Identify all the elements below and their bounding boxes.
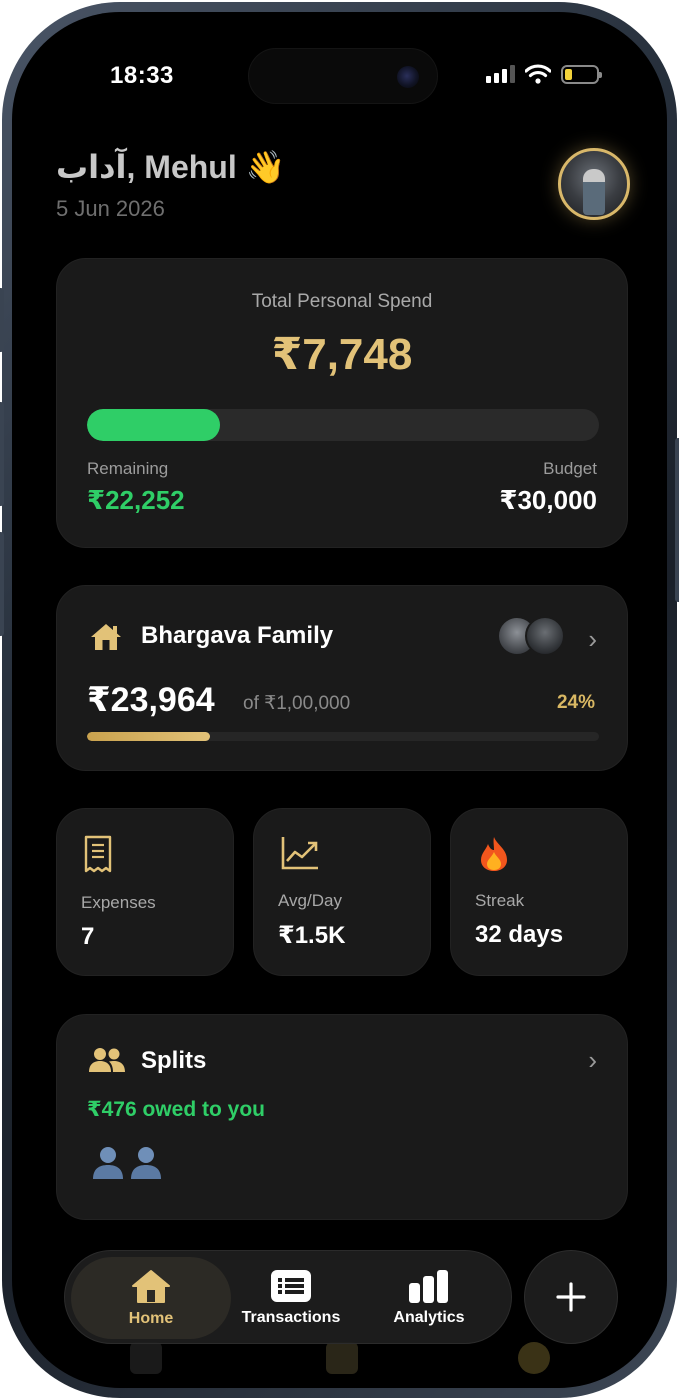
spend-amount: ₹7,748 — [271, 330, 413, 379]
greeting: آداب, Mehul 👋 — [56, 149, 286, 185]
battery-icon — [561, 64, 602, 84]
tab-analytics[interactable]: Analytics — [349, 1257, 509, 1339]
profile-avatar[interactable] — [558, 148, 630, 220]
member-avatar — [525, 616, 565, 656]
family-budget-text: of ₹1,00,000 — [243, 693, 351, 714]
power-button — [675, 438, 679, 602]
chevron-right-icon[interactable]: › — [588, 1045, 597, 1076]
family-progress-fill — [87, 732, 210, 741]
list-icon — [271, 1270, 311, 1302]
stat-value: ₹1.5K — [278, 922, 346, 949]
add-button[interactable] — [524, 1250, 618, 1344]
family-group-card[interactable]: Bhargava Family › ₹23,964 of ₹1,00,000 2… — [56, 585, 628, 771]
peek-item — [130, 1342, 162, 1374]
tab-home[interactable]: Home — [71, 1257, 231, 1339]
split-participants — [91, 1145, 163, 1179]
app-screen: 18:33 آداب, Mehul 👋 5 Jun 2026 Total Per… — [24, 24, 655, 1376]
volume-down-button — [0, 532, 4, 636]
remaining-value: ₹22,252 — [87, 485, 185, 515]
people-icon — [89, 1048, 125, 1072]
action-button — [0, 288, 4, 352]
tab-label: Home — [128, 1310, 174, 1327]
stat-card-expenses[interactable]: Expenses 7 — [56, 808, 234, 976]
chevron-right-icon[interactable]: › — [588, 624, 597, 655]
dynamic-island — [248, 48, 438, 104]
current-date: 5 Jun 2026 — [56, 196, 165, 221]
home-icon — [91, 624, 121, 650]
family-name: Bhargava Family — [141, 622, 334, 649]
spend-progress-bar — [87, 409, 599, 441]
splits-title: Splits — [141, 1047, 207, 1074]
splits-card[interactable]: Splits › ₹476 owed to you — [56, 1014, 628, 1220]
receipt-icon — [84, 835, 112, 873]
stat-value: 7 — [81, 923, 95, 950]
bar-chart-icon — [409, 1270, 448, 1303]
stat-value: 32 days — [475, 921, 564, 948]
fire-icon — [481, 837, 507, 871]
person-icon — [131, 1147, 161, 1179]
wifi-icon — [525, 64, 551, 84]
stat-card-streak[interactable]: Streak 32 days — [450, 808, 628, 976]
tab-label: Analytics — [393, 1309, 465, 1326]
status-icons — [486, 64, 602, 84]
tab-transactions[interactable]: Transactions — [211, 1257, 371, 1339]
stat-card-avg-day[interactable]: Avg/Day ₹1.5K — [253, 808, 431, 976]
front-camera — [397, 66, 419, 88]
family-spend-amount: ₹23,964 — [87, 681, 215, 719]
total-spend-card[interactable]: Total Personal Spend ₹7,748 Remaining ₹2… — [56, 258, 628, 548]
stat-label: Streak — [475, 891, 525, 910]
remaining-label: Remaining — [87, 459, 169, 478]
plus-icon — [556, 1282, 586, 1312]
avatar-photo — [583, 169, 605, 215]
status-time: 18:33 — [110, 62, 174, 89]
stat-label: Expenses — [81, 893, 156, 912]
tab-label: Transactions — [241, 1309, 341, 1326]
bottom-tab-bar: Home Transactions Analytics — [64, 1250, 512, 1344]
owed-amount: ₹476 owed to you — [87, 1098, 265, 1121]
member-avatars — [497, 616, 565, 656]
phone-frame: 18:33 آداب, Mehul 👋 5 Jun 2026 Total Per… — [0, 2, 679, 1398]
spend-progress-fill — [87, 409, 221, 441]
cellular-signal-icon — [486, 65, 515, 83]
family-progress-bar — [87, 732, 599, 741]
spend-title: Total Personal Spend — [251, 291, 433, 312]
stat-label: Avg/Day — [278, 891, 342, 910]
peek-item — [326, 1342, 358, 1374]
trend-chart-icon — [281, 837, 318, 870]
peek-item — [518, 1342, 550, 1374]
budget-label: Budget — [543, 459, 597, 478]
volume-up-button — [0, 402, 4, 506]
budget-value: ₹30,000 — [499, 485, 597, 515]
person-icon — [93, 1147, 123, 1179]
family-percent: 24% — [556, 692, 595, 713]
home-icon — [132, 1270, 170, 1303]
